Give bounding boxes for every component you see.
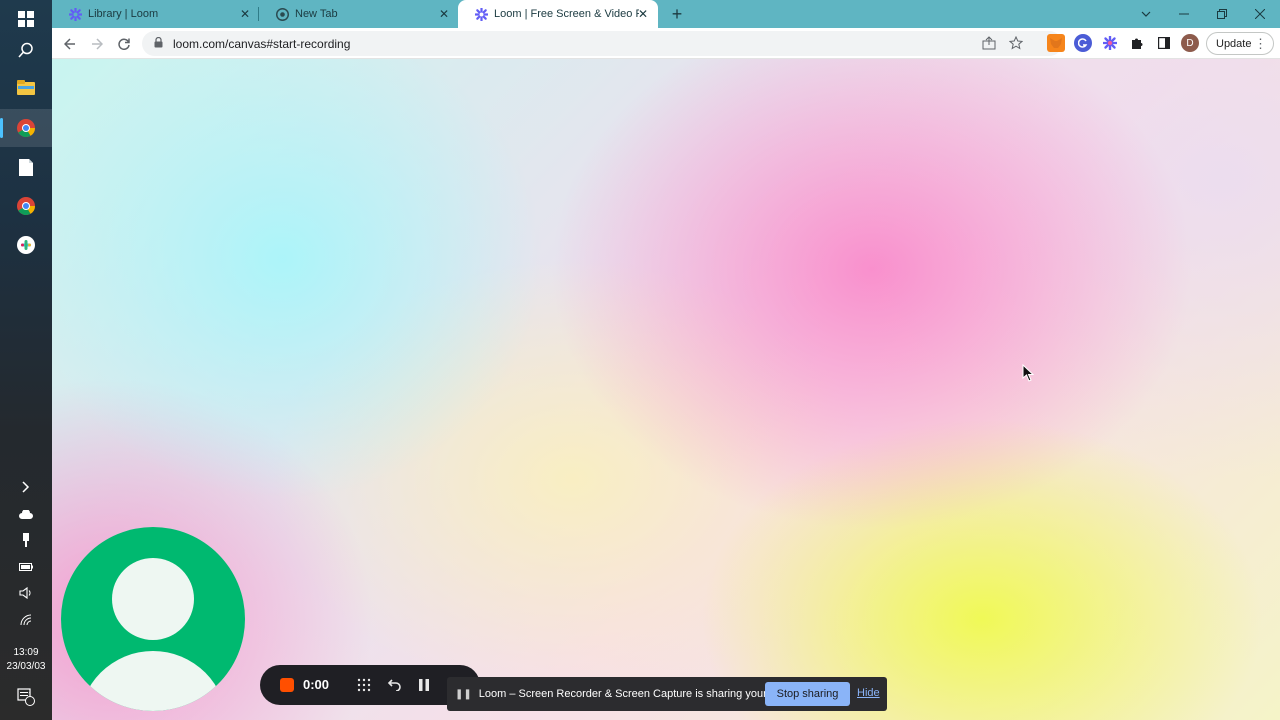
- search-icon: [18, 42, 33, 58]
- tab-search-button[interactable]: [1126, 0, 1166, 28]
- url-text: loom.com/canvas#start-recording: [173, 36, 351, 51]
- taskbar-file-explorer[interactable]: [0, 69, 52, 107]
- camera-bubble[interactable]: [61, 527, 245, 711]
- notification-icon: [17, 688, 35, 706]
- update-button[interactable]: Update ⋮: [1206, 32, 1274, 55]
- tab-title: Loom | Free Screen & Video Rec: [494, 8, 639, 20]
- onedrive-tray[interactable]: [0, 501, 52, 527]
- mouse-cursor-icon: [1022, 364, 1035, 382]
- plus-icon: +: [671, 3, 683, 24]
- show-hidden-icons-button[interactable]: [0, 474, 52, 500]
- close-icon: [1255, 9, 1265, 19]
- close-window-button[interactable]: [1240, 0, 1280, 28]
- volume-tray[interactable]: [0, 580, 52, 606]
- extensions-puzzle-icon[interactable]: [1128, 34, 1146, 52]
- minimize-icon: [1179, 13, 1189, 15]
- browser-toolbar: loom.com/canvas#start-recording D Update…: [52, 28, 1280, 59]
- loom-canvas-background: 0:00 ❚❚ Loom – Screen Recorder & Screen …: [52, 59, 1280, 720]
- tab-title: Library | Loom: [88, 8, 159, 20]
- avatar-head: [112, 558, 194, 640]
- avatar-body: [79, 651, 227, 711]
- restore-icon: [1217, 9, 1227, 19]
- active-app-indicator: [0, 118, 3, 138]
- cloud-icon: [19, 509, 33, 519]
- folder-icon: [17, 80, 35, 95]
- tab-new-tab[interactable]: New Tab ✕: [259, 0, 457, 28]
- drawing-tool-icon[interactable]: [354, 675, 374, 695]
- chrome-icon: [17, 119, 35, 137]
- battery-icon: [19, 563, 33, 571]
- more-options-icon: ⋮: [1254, 36, 1267, 51]
- chevron-right-icon: [22, 481, 30, 493]
- loom-icon: [474, 7, 488, 21]
- wifi-icon: [20, 614, 32, 626]
- loom-extension-icon[interactable]: [1101, 34, 1119, 52]
- loom-icon: [68, 7, 82, 21]
- reload-button[interactable]: [112, 32, 136, 56]
- metamask-icon[interactable]: [1047, 34, 1065, 52]
- tab-library-loom[interactable]: Library | Loom ✕: [52, 0, 257, 28]
- taskbar-search-button[interactable]: [0, 31, 52, 69]
- volume-icon: [19, 587, 31, 599]
- chrome-icon: [275, 7, 289, 21]
- browser-tabstrip: Library | Loom ✕ New Tab ✕ Loom | Free S…: [52, 0, 1280, 28]
- back-button[interactable]: [58, 32, 82, 56]
- usb-tray[interactable]: [0, 527, 52, 553]
- close-tab-icon[interactable]: ✕: [636, 7, 650, 21]
- clock-date: 23/03/03: [6, 661, 46, 672]
- taskbar-chrome[interactable]: [0, 187, 52, 225]
- chrome-icon: [17, 197, 35, 215]
- new-tab-button[interactable]: +: [665, 2, 689, 26]
- clock-time: 13:09: [13, 647, 39, 658]
- close-tab-icon[interactable]: ✕: [238, 7, 252, 21]
- hide-banner-link[interactable]: Hide: [857, 687, 880, 699]
- forward-button[interactable]: [85, 32, 109, 56]
- update-label: Update: [1216, 37, 1252, 50]
- battery-tray[interactable]: [0, 554, 52, 580]
- tab-title: New Tab: [295, 8, 338, 20]
- pause-recording-icon[interactable]: [414, 675, 434, 695]
- recording-timer: 0:00: [303, 677, 330, 692]
- bookmark-star-icon[interactable]: [1008, 35, 1024, 53]
- minimize-button[interactable]: [1164, 0, 1204, 28]
- undo-restart-icon[interactable]: [384, 675, 404, 695]
- notification-center-button[interactable]: 1: [0, 684, 52, 710]
- slack-icon: [17, 236, 35, 254]
- windows-taskbar: 13:09 23/03/03 1: [0, 0, 52, 720]
- tab-loom-recorder[interactable]: Loom | Free Screen & Video Rec ✕: [458, 0, 658, 28]
- taskbar-clock[interactable]: 13:09 23/03/03: [0, 646, 52, 674]
- arrow-left-icon: [64, 38, 75, 50]
- usb-device-icon: [23, 533, 29, 547]
- sharing-message: Loom – Screen Recorder & Screen Capture …: [478, 688, 806, 700]
- pause-icon: ❚❚: [455, 688, 472, 700]
- stop-recording-button[interactable]: [280, 678, 294, 692]
- restore-button[interactable]: [1202, 0, 1242, 28]
- profile-avatar[interactable]: D: [1181, 34, 1199, 52]
- address-bar[interactable]: loom.com/canvas#start-recording: [142, 31, 1062, 56]
- stop-sharing-button[interactable]: Stop sharing: [765, 682, 850, 706]
- side-panel-icon[interactable]: [1155, 34, 1173, 52]
- share-icon[interactable]: [982, 36, 996, 53]
- close-tab-icon[interactable]: ✕: [437, 7, 451, 21]
- lock-icon: [154, 36, 163, 51]
- screen-sharing-banner: ❚❚ Loom – Screen Recorder & Screen Captu…: [447, 677, 887, 711]
- notification-count: 1: [28, 692, 32, 699]
- document-icon: [19, 158, 33, 176]
- taskbar-notepad[interactable]: [0, 148, 52, 186]
- windows-logo-icon: [18, 11, 34, 27]
- profile-initial: D: [1186, 37, 1194, 49]
- chevron-down-icon: [1141, 11, 1151, 17]
- arrow-right-icon: [92, 38, 103, 50]
- reload-icon: [118, 38, 130, 50]
- taskbar-slack[interactable]: [0, 226, 52, 264]
- network-tray[interactable]: [0, 607, 52, 633]
- grammarly-icon[interactable]: [1074, 34, 1092, 52]
- taskbar-chrome-profile[interactable]: [0, 109, 52, 147]
